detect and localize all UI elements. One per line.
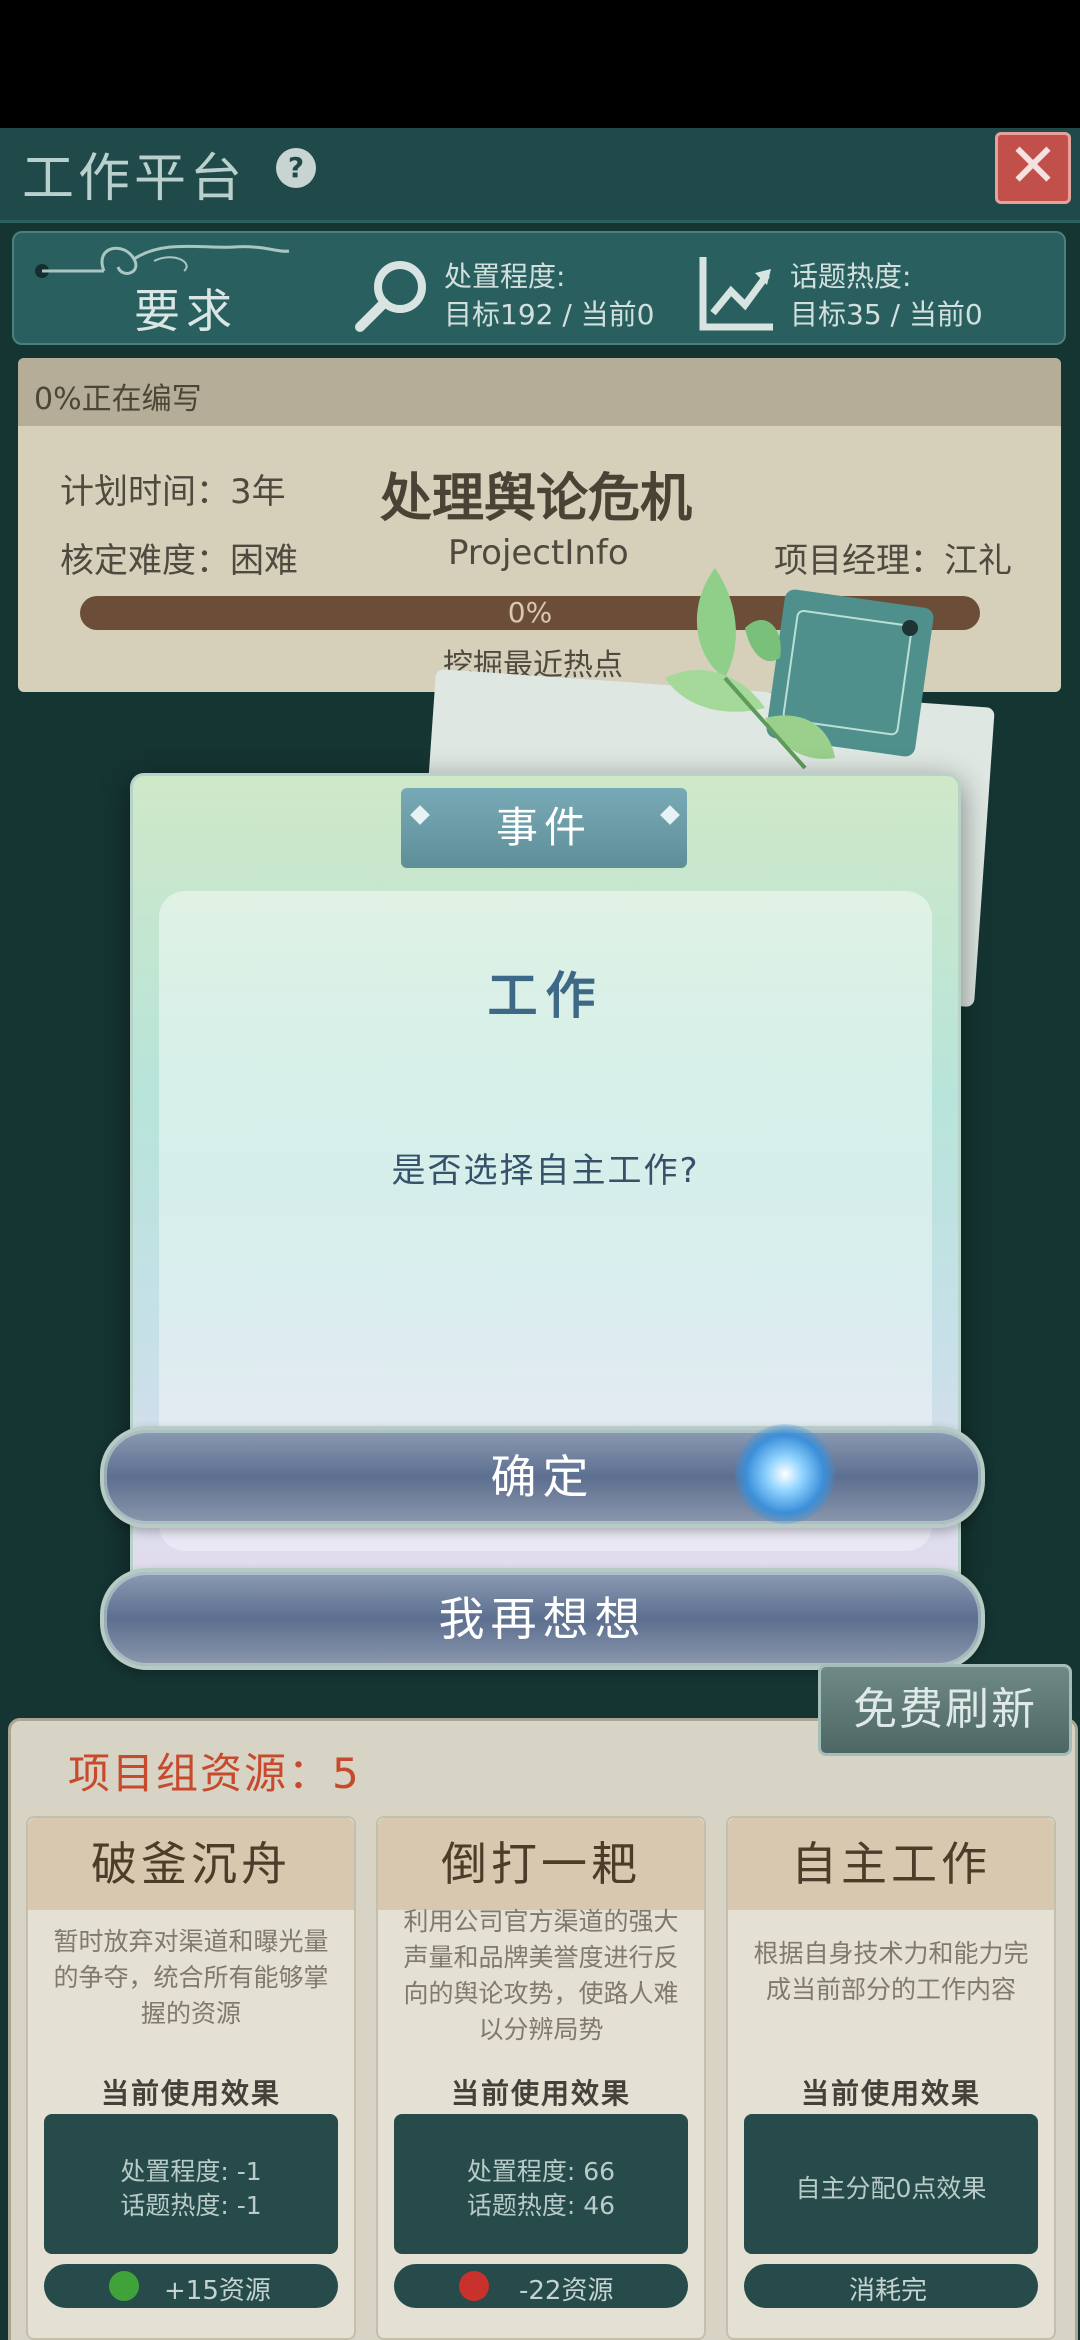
help-icon[interactable]: ?: [276, 148, 316, 188]
card-description: 利用公司官方渠道的强大声量和品牌美誉度进行反向的舆论攻势，使路人难以分辨局势: [403, 1907, 679, 2044]
card-cost-label: +15资源: [164, 2276, 271, 2306]
requirements-label: 要求: [134, 284, 238, 338]
strategy-card[interactable]: 破釜沉舟 暂时放弃对渠道和曝光量的争夺，统合所有能够掌握的资源 当前使用效果 处…: [26, 1816, 356, 2340]
card-description: 暂时放弃对渠道和曝光量的争夺，统合所有能够掌握的资源: [53, 1927, 329, 2028]
card-effect-line: 处置程度: -1: [120, 2157, 262, 2186]
card-effect-line: 自主分配0点效果: [795, 2174, 987, 2203]
dialog-tag: 事件: [401, 788, 687, 868]
status-dot-icon: [109, 2271, 139, 2301]
glow-orb-icon: [735, 1424, 835, 1524]
top-bar: 工作平台 ? ✕: [0, 128, 1080, 223]
magnifier-icon: [355, 261, 426, 332]
project-name: 处理舆论危机: [380, 469, 693, 529]
close-button[interactable]: ✕: [995, 132, 1071, 204]
trend-chart-icon: [699, 257, 773, 331]
card-cost-button[interactable]: +15资源: [44, 2264, 338, 2308]
plan-time: 计划时间：3年: [60, 472, 286, 512]
card-title: 倒打一耙: [378, 1818, 704, 1910]
confirm-button[interactable]: 确定: [100, 1426, 985, 1528]
free-refresh-button[interactable]: 免费刷新: [818, 1664, 1072, 1756]
difficulty: 核定难度：困难: [60, 541, 298, 581]
dialog-title: 工作: [487, 967, 604, 1025]
card-effect-line: 处置程度: 66: [466, 2157, 616, 2186]
dialog-message: 是否选择自主工作?: [391, 1151, 700, 1191]
project-info-label: ProjectInfo: [448, 533, 629, 573]
topic-value: 目标35 / 当前0: [790, 298, 983, 331]
work-platform-screen: 工作平台 ? ✕ 要求 处置程度: 目标192 / 当前0 话题热度: 目标35…: [0, 128, 1080, 2340]
status-dot-icon: [459, 2271, 489, 2301]
card-effect-line: 话题热度: -1: [120, 2191, 262, 2220]
card-description: 根据自身技术力和能力完成当前部分的工作内容: [753, 1939, 1029, 2004]
cancel-button[interactable]: 我再想想: [100, 1568, 985, 1670]
card-effect-box: 自主分配0点效果: [744, 2114, 1038, 2254]
card-title: 破釜沉舟: [28, 1818, 354, 1910]
card-effect-label: 当前使用效果: [450, 2077, 631, 2110]
card-effect-box: 处置程度: -1 话题热度: -1: [44, 2114, 338, 2254]
card-cost-button[interactable]: 消耗完: [744, 2264, 1038, 2308]
card-effect-line: 话题热度: 46: [466, 2191, 616, 2220]
card-effect-label: 当前使用效果: [800, 2077, 981, 2110]
card-effect-label: 当前使用效果: [100, 2077, 281, 2110]
project-status: 0%正在编写: [34, 382, 202, 417]
project-status-bar: 0%正在编写: [18, 358, 1061, 426]
strategy-card[interactable]: 倒打一耙 利用公司官方渠道的强大声量和品牌美誉度进行反向的舆论攻势，使路人难以分…: [376, 1816, 706, 2340]
card-effect-box: 处置程度: 66 话题热度: 46: [394, 2114, 688, 2254]
card-title: 自主工作: [728, 1818, 1054, 1910]
handling-value: 目标192 / 当前0: [444, 298, 655, 331]
resources-title: 项目组资源：5: [68, 1749, 361, 1798]
page-title: 工作平台: [22, 149, 247, 209]
card-cost-label: 消耗完: [849, 2276, 928, 2306]
card-cost-button[interactable]: -22资源: [394, 2264, 688, 2308]
topic-label: 话题热度:: [790, 260, 912, 293]
strategy-card[interactable]: 自主工作 根据自身技术力和能力完成当前部分的工作内容 当前使用效果 自主分配0点…: [726, 1816, 1056, 2340]
handling-label: 处置程度:: [444, 260, 566, 293]
requirements-bar: 要求 处置程度: 目标192 / 当前0 话题热度: 目标35 / 当前0: [12, 231, 1066, 345]
card-cost-label: -22资源: [519, 2276, 614, 2306]
